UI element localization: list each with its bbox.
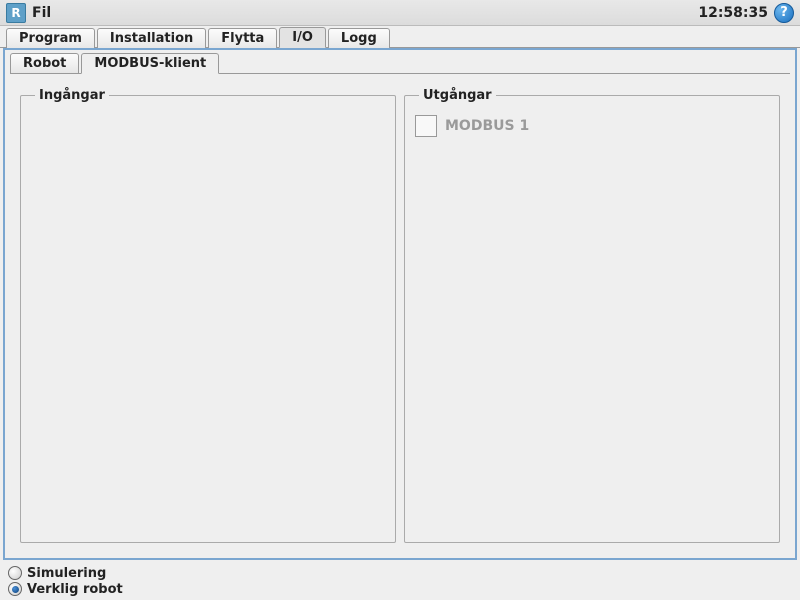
title-bar: R Fil 12:58:35 ? [0,0,800,26]
help-icon[interactable]: ? [774,3,794,23]
radio-real-robot[interactable]: Verklig robot [8,582,792,597]
tab-logg[interactable]: Logg [328,28,390,48]
inputs-panel-title: Ingångar [35,88,109,103]
footer: Simulering Verklig robot [0,562,800,600]
subtab-modbus-klient[interactable]: MODBUS-klient [81,53,219,74]
sub-tab-strip: Robot MODBUS-klient [5,50,795,74]
radio-real-robot-indicator [8,582,22,596]
output-row-modbus-1: MODBUS 1 [415,115,769,137]
main-tab-strip: Program Installation Flytta I/O Logg [0,26,800,48]
app-logo: R [6,3,26,23]
subtab-robot[interactable]: Robot [10,53,79,74]
tab-io[interactable]: I/O [279,27,326,48]
radio-real-robot-label: Verklig robot [27,582,123,597]
tab-installation[interactable]: Installation [97,28,206,48]
app-logo-text: R [11,6,20,20]
output-checkbox-modbus-1[interactable] [415,115,437,137]
sub-content: Ingångar Utgångar MODBUS 1 [10,73,790,553]
outputs-panel: Utgångar MODBUS 1 [404,88,780,543]
radio-simulation-indicator [8,566,22,580]
content-area: Robot MODBUS-klient Ingångar Utgångar MO… [3,48,797,560]
inputs-panel: Ingångar [20,88,396,543]
output-label-modbus-1: MODBUS 1 [445,118,529,134]
radio-simulation[interactable]: Simulering [8,566,792,581]
radio-simulation-label: Simulering [27,566,106,581]
tab-flytta[interactable]: Flytta [208,28,277,48]
file-menu[interactable]: Fil [32,5,51,21]
tab-program[interactable]: Program [6,28,95,48]
outputs-panel-title: Utgångar [419,88,496,103]
clock: 12:58:35 [698,5,768,21]
